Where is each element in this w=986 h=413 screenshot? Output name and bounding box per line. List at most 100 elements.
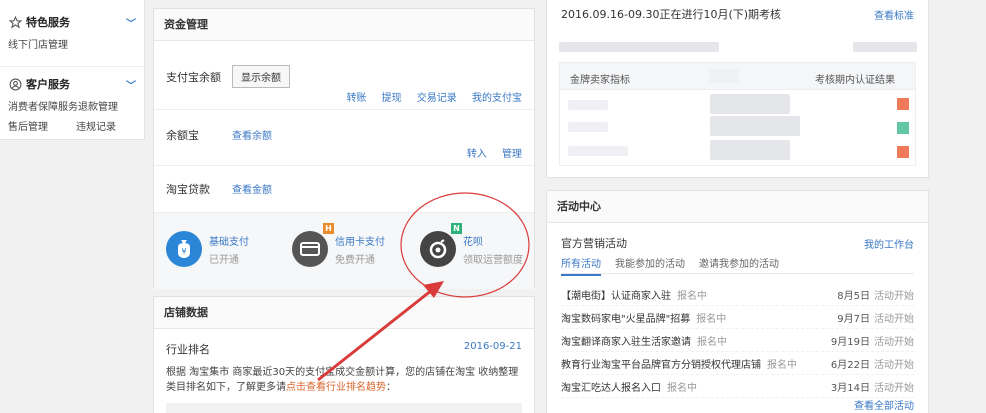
activity-state: 活动开始 [874,313,914,325]
my-workbench-link[interactable]: 我的工作台 [864,236,914,251]
activity-state: 活动开始 [874,359,914,371]
show-balance-button[interactable]: 显示余额 [232,65,290,88]
manage-link[interactable]: 管理 [502,149,522,160]
blurred-col [710,69,738,83]
activity-state: 活动开始 [874,382,914,394]
withdraw-link[interactable]: 提现 [382,93,402,104]
yuebao-row: 余额宝 查看余额 转入 管理 [166,125,522,165]
activity-status: 报名中 [677,290,707,302]
list-item[interactable]: 淘宝数码家电"火星品牌"招募 报名中 9月7日 活动开始 [561,306,914,329]
col-gold-seller-indicator: 金牌卖家指标 [570,75,630,86]
list-item[interactable]: 教育行业淘宝平台品牌官方分销授权代理店铺 报名中 6月22日 活动开始 [561,352,914,375]
activity-date: 9月19日 [830,336,870,348]
activity-title: 淘宝数码家电"火星品牌"招募 [561,313,691,325]
user-icon [8,77,22,91]
special-service-group: 特色服务 ﹀ 线下门店管理 [8,14,136,51]
activity-state: 活动开始 [874,336,914,348]
tab-divider [561,273,914,274]
activity-title: 淘宝汇吃达人报名入口 [561,382,661,394]
blurred-cell [710,94,790,114]
blurred-cell [568,146,628,156]
rank-content-area [166,403,522,413]
activity-center-panel: 活动中心 官方营销活动 我的工作台 所有活动 我能参加的活动 邀请我参加的活动 … [546,190,929,413]
assessment-headline: 2016.09.16-09.30正在进行10月(下)期考核 [561,8,782,21]
activity-status: 报名中 [697,336,727,348]
list-item[interactable]: 淘宝汇吃达人报名入口 报名中 3月14日 活动开始 [561,375,914,398]
activity-date: 9月7日 [837,313,870,325]
sidebar-divider [0,66,144,67]
rank-description: 根据 淘宝集市 商家最近30天的支付宝成交金额计算，您的店铺在淘宝 收纳整理 类… [166,365,522,395]
offline-store-link[interactable]: 线下门店管理 [8,36,136,51]
after-sales-link[interactable]: 售后管理 [8,118,48,133]
basic-payment-title: 基础支付 [209,236,249,248]
huabei-icon: N [420,223,462,267]
customer-service-row: 售后管理 违规记录 [8,118,136,133]
activity-state: 活动开始 [874,290,914,302]
rank-description-end: ： [386,382,396,393]
hot-tag: H [323,223,334,234]
star-icon [8,15,22,29]
list-item[interactable]: 淘宝翻译商家入驻生活家邀请 报名中 9月19日 活动开始 [561,329,914,352]
panel-title: 店铺数据 [154,297,534,329]
activity-status: 报名中 [667,382,697,394]
consumer-protection-link[interactable]: 消费者保障服务退款管理 [8,98,136,113]
transfer-link[interactable]: 转账 [346,93,366,104]
loan-row: 淘宝贷款 查看金额 [166,181,522,201]
violation-record-link[interactable]: 违规记录 [76,118,116,133]
view-standard-link[interactable]: 查看标准 [874,7,914,22]
huabei-status: 领取运营额度 [463,254,523,266]
huabei-payment[interactable]: N 花呗 领取运营额度 [420,223,523,267]
credit-card-payment[interactable]: H 信用卡支付 免费开通 [292,223,385,267]
blurred-cell [710,116,800,136]
special-service-header[interactable]: 特色服务 ﹀ [8,14,136,30]
activity-title: 【潮电街】认证商家入驻 [561,290,671,302]
customer-service-title: 客户服务 [26,78,70,91]
status-red-mark [897,146,909,158]
chevron-down-icon[interactable]: ﹀ [126,77,136,92]
yuebao-label: 余额宝 [166,129,199,142]
industry-rank-row: 行业排名 2016-09-21 [166,341,522,357]
rank-date: 2016-09-21 [463,341,522,352]
activity-title: 淘宝翻译商家入驻生活家邀请 [561,336,691,348]
new-tag: N [451,223,462,234]
transaction-record-link[interactable]: 交易记录 [417,93,457,104]
assessment-table-header: 金牌卖家指标 考核期内认证结果 [559,62,916,90]
col-certification-result: 考核期内认证结果 [815,75,895,86]
credit-card-icon: H [292,223,334,267]
status-red-mark [897,98,909,110]
view-loan-link[interactable]: 查看金额 [232,181,272,196]
store-data-panel: 店铺数据 行业排名 2016-09-21 根据 淘宝集市 商家最近30天的支付宝… [153,296,535,413]
official-marketing-label: 官方营销活动 [561,237,627,250]
credit-card-payment-title: 信用卡支付 [335,236,385,248]
payment-methods: ¥ 基础支付 已开通 H 信用卡支付 免费开通 N 花呗 领取运营额度 [154,212,534,289]
activity-list: 【潮电街】认证商家入驻 报名中 8月5日 活动开始 淘宝数码家电"火星品牌"招募… [561,283,914,398]
view-all-activities-link[interactable]: 查看全部活动 [854,397,914,412]
rank-trend-link[interactable]: 点击查看行业排名趋势 [286,382,386,393]
list-item[interactable]: 【潮电街】认证商家入驻 报名中 8月5日 活动开始 [561,283,914,306]
svg-text:¥: ¥ [181,247,186,256]
chevron-down-icon[interactable]: ﹀ [126,15,136,30]
blurred-info [853,42,917,52]
blurred-info [559,42,719,52]
view-yuebao-link[interactable]: 查看余额 [232,127,272,142]
divider [154,165,534,166]
activity-status: 报名中 [696,313,727,325]
alipay-links: 转账 提现 交易记录 我的支付宝 [334,89,522,104]
blurred-cell [568,100,608,110]
basic-payment-status: 已开通 [209,254,239,266]
divider [154,109,534,110]
panel-title: 资金管理 [154,9,534,41]
activity-title: 教育行业淘宝平台品牌官方分销授权代理店铺 [561,359,761,371]
my-alipay-link[interactable]: 我的支付宝 [472,93,522,104]
blurred-cell [568,122,608,132]
status-green-mark [897,122,909,134]
industry-rank-label: 行业排名 [166,343,210,356]
transfer-in-link[interactable]: 转入 [467,149,487,160]
money-bag-icon: ¥ [166,231,202,267]
customer-service-header[interactable]: 客户服务 ﹀ [8,76,136,92]
left-sidebar: 特色服务 ﹀ 线下门店管理 客户服务 ﹀ 消费者保障服务退款管理 售后管理 违规… [0,0,145,140]
activity-date: 3月14日 [830,382,870,394]
alipay-row: 支付宝余额 显示余额 转账 提现 交易记录 我的支付宝 [166,65,522,105]
activity-date: 8月5日 [837,290,870,302]
basic-payment[interactable]: ¥ 基础支付 已开通 [166,231,249,267]
